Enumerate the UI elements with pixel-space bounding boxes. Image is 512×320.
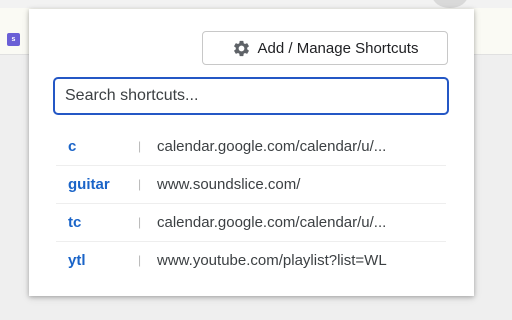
- shortcut-row[interactable]: tc | calendar.google.com/calendar/u/...: [56, 204, 446, 242]
- add-manage-shortcuts-button[interactable]: Add / Manage Shortcuts: [202, 31, 448, 65]
- shortcut-url: calendar.google.com/calendar/u/...: [157, 214, 387, 231]
- shortcut-key: guitar: [68, 176, 110, 193]
- shortcut-key: c: [68, 138, 77, 155]
- shortcut-separator: |: [138, 139, 142, 153]
- shortcut-url: calendar.google.com/calendar/u/...: [157, 138, 387, 155]
- shortcut-separator: |: [138, 177, 142, 191]
- browser-toolbar: [0, 0, 512, 8]
- extension-favicon-icon[interactable]: s: [7, 33, 20, 46]
- shortcuts-popup: Add / Manage Shortcuts c | calendar.goog…: [29, 9, 474, 296]
- shortcut-list: c | calendar.google.com/calendar/u/... g…: [56, 128, 446, 279]
- shortcut-row[interactable]: c | calendar.google.com/calendar/u/...: [56, 128, 446, 166]
- shortcut-key: ytl: [68, 252, 86, 269]
- add-manage-shortcuts-label: Add / Manage Shortcuts: [257, 39, 419, 57]
- shortcut-separator: |: [138, 253, 142, 267]
- shortcut-key: tc: [68, 214, 82, 231]
- shortcut-url: www.soundslice.com/: [157, 176, 301, 193]
- search-shortcuts-input[interactable]: [53, 77, 449, 115]
- shortcut-row[interactable]: guitar | www.soundslice.com/: [56, 166, 446, 204]
- profile-avatar[interactable]: [432, 0, 468, 8]
- shortcut-separator: |: [138, 215, 142, 229]
- shortcut-url: www.youtube.com/playlist?list=WL: [157, 252, 387, 269]
- gear-icon: [232, 39, 251, 58]
- shortcut-row[interactable]: ytl | www.youtube.com/playlist?list=WL: [56, 242, 446, 279]
